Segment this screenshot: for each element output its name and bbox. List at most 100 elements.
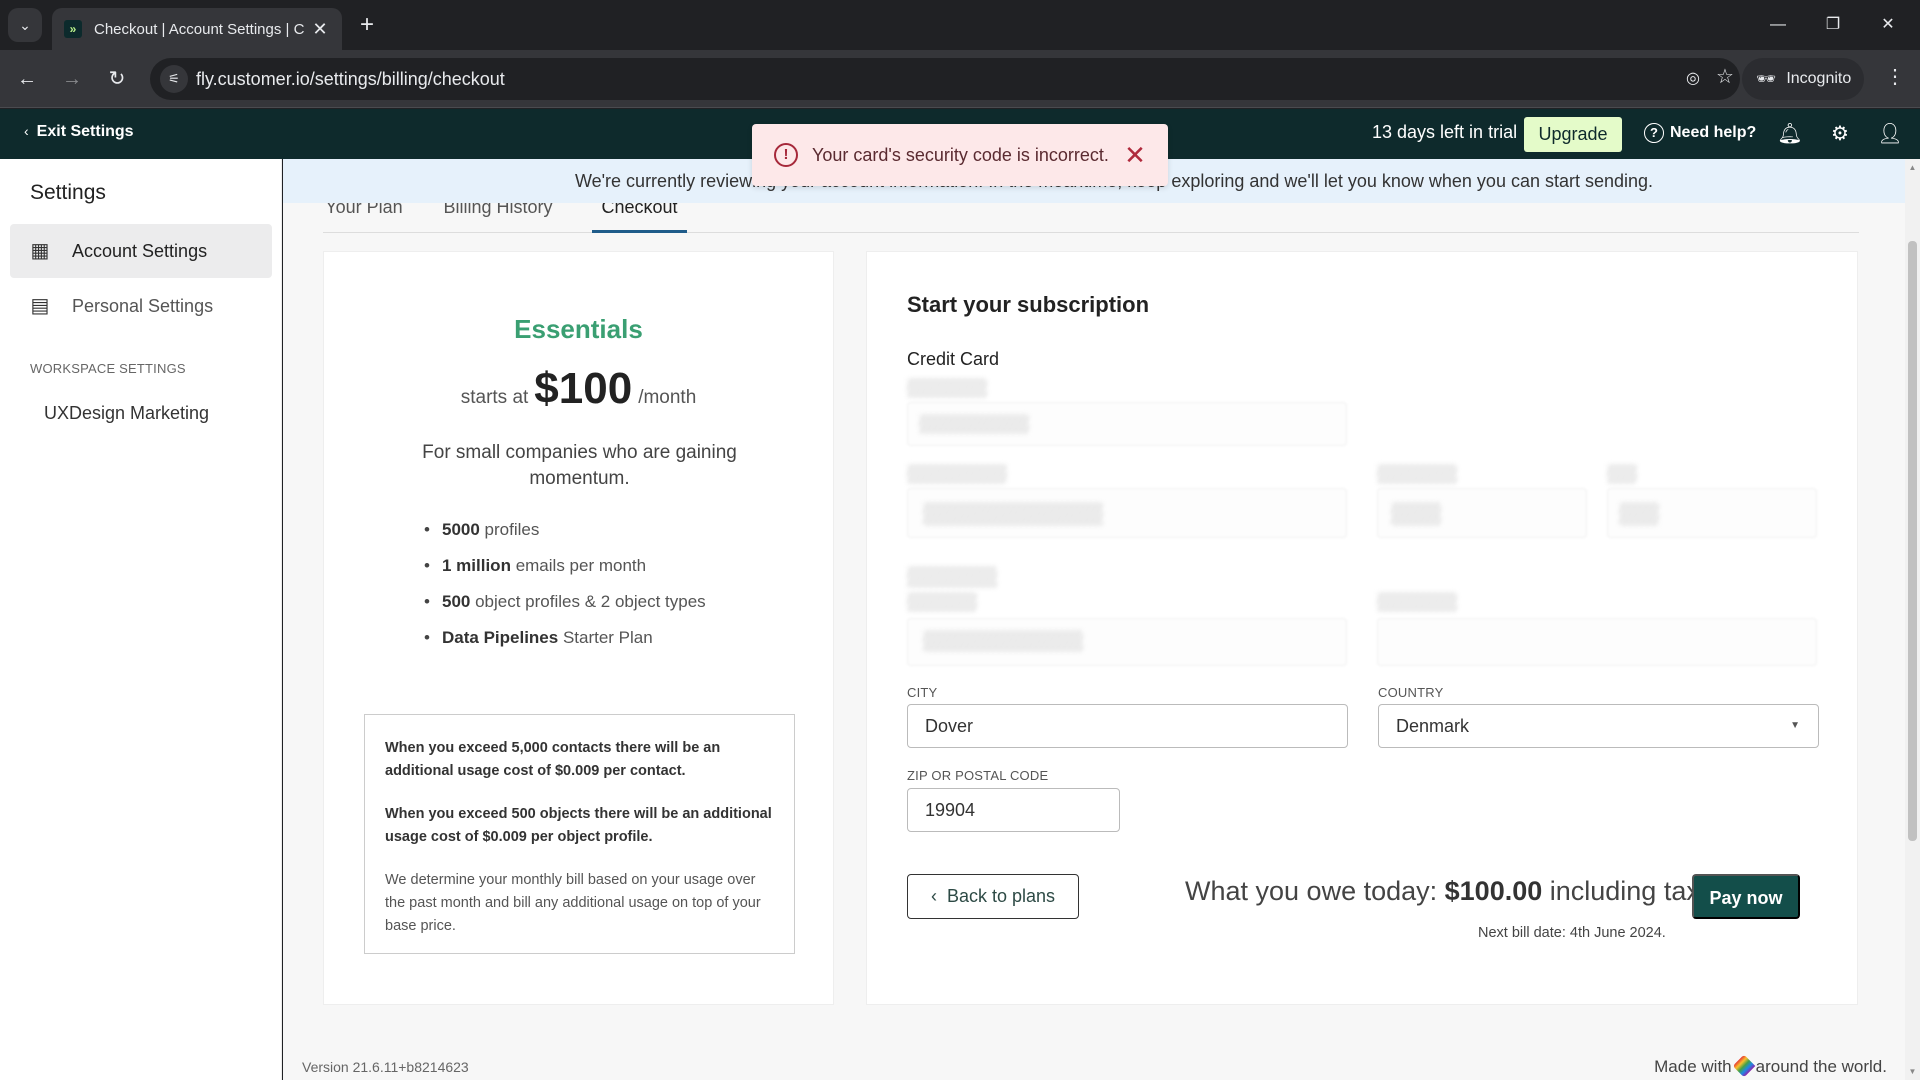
redacted-text	[919, 414, 1029, 434]
price-period: /month	[638, 387, 697, 408]
starts-at-label: starts at	[460, 387, 529, 408]
user-icon[interactable]: 👤︎	[1877, 121, 1903, 147]
city-label: CITY	[907, 685, 938, 700]
browser-tab-bar: ⌄ » Checkout | Account Settings | C ✕ + …	[0, 0, 1920, 50]
upgrade-button[interactable]: Upgrade	[1524, 117, 1622, 152]
sidebar-item-label: Personal Settings	[72, 295, 214, 316]
version-text: Version 21.6.11+b8214623	[302, 1059, 469, 1075]
usage-note-contacts: When you exceed 5,000 contacts there wil…	[385, 740, 721, 779]
eye-off-icon[interactable]: ◎	[1686, 68, 1700, 88]
usage-note-billing: We determine your monthly bill based on …	[385, 872, 761, 934]
plan-description: For small companies who are gaining mome…	[422, 442, 737, 489]
gear-icon[interactable]: ⚙	[1827, 121, 1853, 147]
redacted-text	[1619, 502, 1659, 526]
pay-now-button[interactable]: Pay now	[1692, 874, 1800, 919]
address-bar[interactable]: ⚟ fly.customer.io/settings/billing/check…	[150, 58, 1740, 100]
sidebar-title: Settings	[30, 181, 106, 204]
url-text[interactable]: fly.customer.io/settings/billing/checkou…	[196, 69, 505, 90]
chevron-left-icon: ‹	[930, 886, 937, 906]
plan-name: Essentials	[514, 314, 643, 344]
usage-note-objects: When you exceed 500 objects there will b…	[385, 806, 772, 845]
need-help-label: Need help?	[1670, 124, 1757, 141]
settings-sidebar: Settings ▦ Account Settings ▤ Personal S…	[0, 159, 282, 1080]
close-icon[interactable]: ✕	[1120, 140, 1150, 171]
sidebar-item-account-settings[interactable]: ▦ Account Settings	[10, 224, 272, 278]
toast-message: Your card's security code is incorrect.	[812, 144, 1109, 165]
redacted-label	[907, 378, 987, 398]
workspace-settings-heading: WORKSPACE SETTINGS	[30, 361, 186, 376]
incognito-label: Incognito	[1786, 70, 1852, 87]
redacted-label	[1377, 464, 1457, 484]
scroll-down-icon[interactable]: ▼	[1905, 1067, 1920, 1076]
help-circle-icon: ?	[1644, 123, 1664, 143]
browser-menu-icon[interactable]: ⋮	[1880, 64, 1910, 89]
close-window-icon[interactable]: ✕	[1866, 10, 1910, 40]
error-toast: ! Your card's security code is incorrect…	[752, 124, 1168, 186]
redacted-label	[907, 566, 997, 588]
incognito-indicator[interactable]: 🕶 Incognito	[1742, 58, 1864, 100]
forward-arrow-icon[interactable]: →	[57, 64, 87, 94]
sidebar-item-label: Account Settings	[72, 240, 208, 261]
heart-icon	[1732, 1054, 1755, 1078]
made-with-footer: Made with around the world.	[1654, 1054, 1887, 1078]
exit-settings-label: Exit Settings	[36, 123, 134, 140]
scrollbar-thumb[interactable]	[1908, 241, 1917, 841]
redacted-address2-field[interactable]	[1377, 618, 1817, 666]
redacted-label	[1607, 464, 1637, 484]
chevron-left-icon: ‹	[24, 123, 29, 139]
redacted-label	[1377, 592, 1457, 612]
redacted-label	[907, 592, 977, 612]
feature-item: Data Pipelines Starter Plan	[424, 620, 706, 656]
building-icon: ▦	[30, 240, 50, 262]
plan-summary-card: Essentials starts at $100/month For small…	[323, 251, 834, 1005]
redacted-text	[1391, 502, 1441, 526]
exit-settings-link[interactable]: ‹ Exit Settings	[24, 123, 134, 141]
reload-icon[interactable]: ↻	[102, 64, 132, 94]
country-label: COUNTRY	[1378, 685, 1444, 700]
new-tab-button[interactable]: +	[354, 12, 380, 38]
browser-toolbar: ← → ↻ ⚟ fly.customer.io/settings/billing…	[0, 50, 1920, 108]
feature-item: 1 million emails per month	[424, 548, 706, 584]
redacted-label	[907, 464, 1007, 484]
plan-features-list: 5000 profiles 1 million emails per month…	[424, 512, 706, 656]
alert-circle-icon: !	[774, 143, 798, 167]
restore-icon[interactable]: ❐	[1811, 10, 1855, 40]
trial-days-left: 13 days left in trial	[1372, 122, 1518, 142]
close-tab-icon[interactable]: ✕	[308, 19, 332, 40]
zip-label: ZIP OR POSTAL CODE	[907, 768, 1049, 783]
back-arrow-icon[interactable]: ←	[12, 64, 42, 94]
credit-card-label: Credit Card	[907, 349, 1000, 369]
tab-search-button[interactable]: ⌄	[8, 8, 42, 42]
redacted-text	[923, 630, 1083, 652]
country-select[interactable]: Denmark ▼	[1378, 704, 1819, 748]
city-input[interactable]: Dover	[907, 704, 1348, 748]
sidebar-item-workspace[interactable]: UXDesign Marketing	[44, 403, 209, 424]
sidebar-item-personal-settings[interactable]: ▤ Personal Settings	[10, 279, 272, 333]
browser-tab-active[interactable]: » Checkout | Account Settings | C ✕	[52, 8, 342, 50]
site-info-icon[interactable]: ⚟	[160, 65, 188, 93]
next-bill-date: Next bill date: 4th June 2024.	[1478, 925, 1666, 941]
need-help-link[interactable]: ? Need help?	[1644, 123, 1756, 143]
zip-input[interactable]: 19904	[907, 788, 1120, 832]
price-value: $100	[534, 364, 633, 413]
bookmark-star-icon[interactable]: ☆	[1710, 64, 1740, 89]
main-content: Your Plan Billing History Checkout We're…	[283, 159, 1905, 1080]
personal-settings-icon: ▤	[30, 295, 50, 317]
redacted-text	[923, 502, 1103, 526]
subscription-form-card: Start your subscription Credit Card CITY…	[866, 251, 1858, 1005]
bell-icon[interactable]: 🔔︎	[1777, 121, 1803, 147]
feature-item: 500 object profiles & 2 object types	[424, 584, 706, 620]
back-to-plans-button[interactable]: ‹ Back to plans	[907, 874, 1079, 919]
customerio-favicon-icon: »	[64, 20, 82, 38]
usage-notes-box: When you exceed 5,000 contacts there wil…	[364, 714, 795, 954]
country-selected-value: Denmark	[1396, 716, 1470, 736]
plan-price: starts at $100/month	[324, 364, 833, 414]
scroll-up-icon[interactable]: ▲	[1905, 163, 1920, 172]
tab-title: Checkout | Account Settings | C	[94, 20, 305, 38]
feature-item: 5000 profiles	[424, 512, 706, 548]
page-scrollbar[interactable]: ▲ ▼	[1905, 159, 1920, 1080]
minimize-icon[interactable]: —	[1756, 10, 1800, 40]
amount-due: What you owe today: $100.00 including ta…	[1185, 876, 1708, 906]
chevron-down-icon: ⌄	[19, 16, 31, 33]
back-to-plans-label: Back to plans	[946, 886, 1056, 906]
